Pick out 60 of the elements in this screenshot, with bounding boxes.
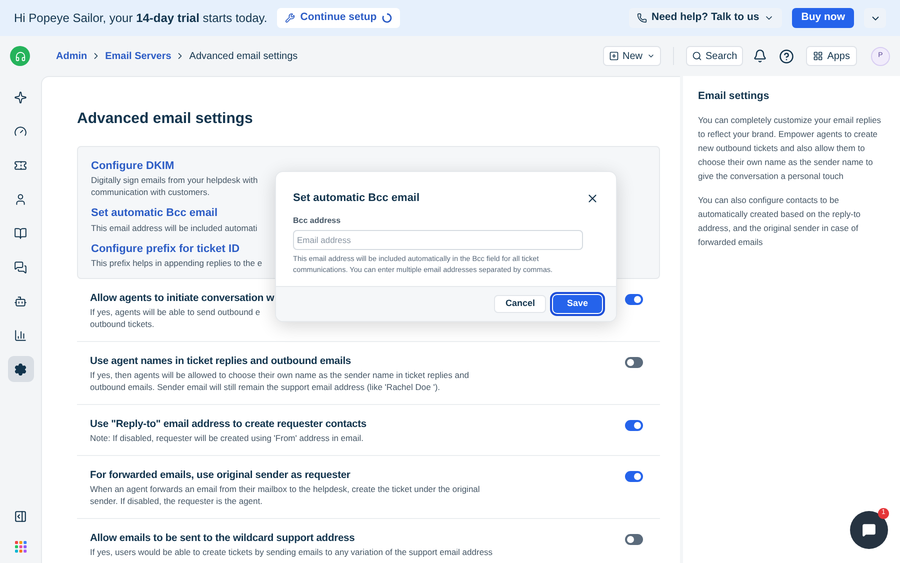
tools-icon xyxy=(285,13,296,23)
link-description: communication with customers. xyxy=(91,186,210,198)
app-grid-icon[interactable] xyxy=(14,541,26,553)
close-icon[interactable] xyxy=(586,192,599,205)
plus-icon xyxy=(608,51,618,61)
bell-icon[interactable] xyxy=(753,49,768,63)
save-button[interactable]: Save xyxy=(552,294,602,312)
side-panel-text: You can completely customize your email replies to reflect your brand. Empower agents to create new outbound tickets and also allow them to choose their own name as the sender name to give the conversation a personal touch xyxy=(698,114,882,183)
settings-icon[interactable] xyxy=(8,356,34,382)
settings-link[interactable]: Set automatic Bcc email xyxy=(91,205,218,222)
link-description: This prefix helps in appending replies to the e xyxy=(91,257,262,269)
setting-description: sender. If disabled, the requester is the agent. xyxy=(90,495,262,507)
chevron-down-icon xyxy=(646,52,655,60)
spinner-icon xyxy=(382,13,392,23)
breadcrumb-link[interactable]: Admin xyxy=(56,48,88,64)
setting-title: Use "Reply-to" email address to create requester contacts xyxy=(90,418,366,432)
setting-title: For forwarded emails, use original sender as requester xyxy=(90,469,350,483)
help-icon[interactable] xyxy=(779,48,794,64)
setting-title: Allow agents to initiate conversation w xyxy=(90,292,274,306)
panel-toggle-icon[interactable] xyxy=(14,510,27,523)
collapse-button[interactable] xyxy=(864,8,886,28)
settings-link[interactable]: Configure DKIM xyxy=(91,158,174,174)
setting-description: When an agent forwards an email from their mailbox to the helpdesk, create the ticket under the original xyxy=(90,483,480,495)
toggle-switch[interactable] xyxy=(625,471,643,482)
toggle-switch[interactable] xyxy=(625,534,643,545)
link-description: Digitally sign emails from your helpdesk with xyxy=(91,174,258,186)
logo-icon[interactable] xyxy=(10,46,30,66)
setting-description: Note: If disabled, requester will be created using 'From' address in email. xyxy=(90,432,364,444)
cancel-button[interactable]: Cancel xyxy=(494,294,546,312)
breadcrumb-current: Advanced email settings xyxy=(189,50,298,64)
chat-icon xyxy=(862,523,876,537)
buy-now-button[interactable]: Buy now xyxy=(792,8,854,28)
phone-icon xyxy=(636,13,646,23)
side-panel-text: You can also configure contacts to be automatically created based on the reply-to address, and the original sender in case of forwarded emails xyxy=(698,194,862,249)
continue-setup-button[interactable]: Continue setup xyxy=(277,8,400,28)
search-icon xyxy=(692,51,702,61)
link-description: This email address will be included automati xyxy=(91,222,258,234)
apps-icon xyxy=(813,51,824,61)
new-button[interactable]: New xyxy=(602,46,661,66)
field-label: Bcc address xyxy=(293,214,342,226)
setting-description: outbound tickets. xyxy=(90,318,154,330)
dialog-title: Set automatic Bcc email xyxy=(293,191,420,206)
side-panel-title: Email settings xyxy=(698,89,770,104)
toggle-switch[interactable] xyxy=(625,294,643,305)
settings-link[interactable]: Configure prefix for ticket ID xyxy=(91,240,240,257)
email-input-field[interactable]: Email address xyxy=(293,230,583,250)
setting-description: outbound emails. Sender email will still remain the support email address (like 'Rachel Doe '). xyxy=(90,381,440,393)
setting-description: If yes, agents will be able to send outbound e xyxy=(90,306,260,318)
toggle-switch[interactable] xyxy=(625,357,643,368)
help-button[interactable]: Need help? Talk to us xyxy=(628,8,782,28)
search-button[interactable]: Search xyxy=(686,46,744,66)
breadcrumb-link[interactable]: Email Servers xyxy=(105,48,172,64)
setting-description: If yes, users would be able to create tickets by sending emails to any variation of the support email address xyxy=(90,546,493,558)
setting-title: Use agent names in ticket replies and outbound emails xyxy=(90,355,351,369)
toggle-switch[interactable] xyxy=(625,420,643,431)
apps-button[interactable]: Apps xyxy=(806,46,857,66)
trial-message: Hi Popeye Sailor, your 14-day trial starts today. xyxy=(14,10,268,27)
setting-description: If yes, then agents will be allowed to choose their own name as the sender name in ticket replies and xyxy=(90,369,469,381)
page-title: Advanced email settings xyxy=(77,109,254,129)
setting-title: Allow emails to be sent to the wildcard support address xyxy=(90,532,355,546)
